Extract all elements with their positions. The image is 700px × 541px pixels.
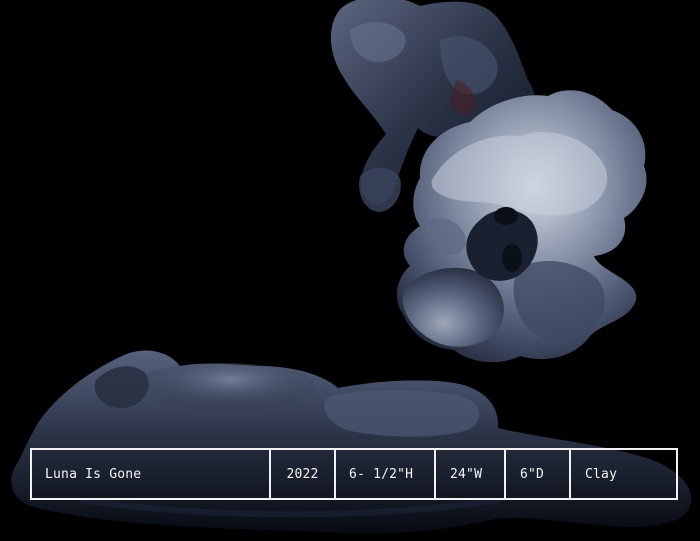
artwork-caption-table: Luna Is Gone 2022 6- 1/2"H 24"W 6"D Clay — [30, 448, 678, 500]
artwork-view: Luna Is Gone 2022 6- 1/2"H 24"W 6"D Clay — [0, 0, 700, 541]
artwork-depth: 6"D — [506, 450, 571, 498]
artwork-year: 2022 — [271, 450, 336, 498]
artwork-title: Luna Is Gone — [32, 450, 271, 498]
artwork-material: Clay — [585, 466, 618, 482]
artwork-height: 6- 1/2"H — [336, 450, 436, 498]
artwork-width: 24"W — [436, 450, 506, 498]
